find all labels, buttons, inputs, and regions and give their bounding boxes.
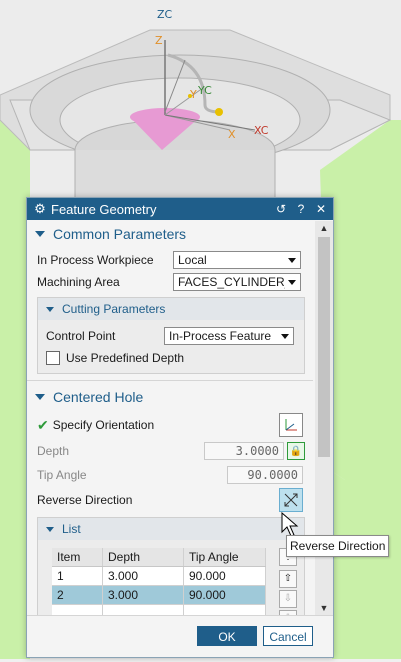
tooltip: Reverse Direction <box>286 535 389 557</box>
gear-icon[interactable]: ⚙ <box>33 201 47 217</box>
feature-geometry-dialog: ⚙ Feature Geometry ↺ ? ✕ Common Paramete… <box>26 197 334 658</box>
close-icon[interactable]: ✕ <box>313 202 329 216</box>
table-row[interactable]: 1 3.000 90.000 <box>52 566 266 586</box>
select-value: Local <box>178 253 207 267</box>
section-common-parameters[interactable]: Common Parameters <box>27 222 313 246</box>
machining-area-label: Machining Area <box>37 275 120 289</box>
scroll-up-icon[interactable]: ▲ <box>315 223 333 233</box>
column-header-depth[interactable]: Depth <box>102 548 184 567</box>
axis-label-y: Y <box>190 88 197 101</box>
dropdown-arrow-icon <box>281 333 289 339</box>
subsection-cutting-parameters[interactable]: Cutting Parameters <box>38 298 304 320</box>
axis-label-yc: YC <box>198 84 212 97</box>
depth-input[interactable]: 3.0000 <box>204 442 284 460</box>
checkmark-icon: ✔ <box>37 416 49 433</box>
machining-area-select[interactable]: FACES_CYLINDER_2 <box>173 273 301 291</box>
list-group: List Item Depth Tip Angle 1 3.000 90.000 <box>37 517 305 615</box>
help-icon[interactable]: ? <box>293 202 309 216</box>
axis-label-zc: ZC <box>157 8 173 21</box>
tip-angle-input[interactable]: 90.0000 <box>227 466 303 484</box>
select-value: FACES_CYLINDER_2 <box>178 275 285 289</box>
subsection-list[interactable]: List <box>38 518 304 540</box>
axis-label-xc: XC <box>254 124 269 137</box>
cutting-parameters-group: Cutting Parameters Control Point In-Proc… <box>37 297 305 374</box>
control-point-label: Control Point <box>46 329 116 343</box>
in-process-workpiece-label: In Process Workpiece <box>37 253 154 267</box>
scroll-down-icon[interactable]: ▼ <box>315 603 333 613</box>
use-predefined-depth-checkbox[interactable] <box>46 351 60 365</box>
subsection-title: Cutting Parameters <box>62 302 166 316</box>
collapse-caret-icon <box>35 394 45 400</box>
cell-depth: 3.000 <box>102 585 184 605</box>
scroll-thumb[interactable] <box>318 237 330 457</box>
dropdown-arrow-icon <box>288 257 296 263</box>
dialog-title: Feature Geometry <box>51 201 157 217</box>
reverse-direction-button[interactable] <box>279 488 303 512</box>
table-row <box>52 604 266 615</box>
dropdown-arrow-icon <box>288 279 296 285</box>
reverse-arrows-icon <box>284 493 298 507</box>
axis-label-z: Z <box>155 34 163 47</box>
reset-icon[interactable]: ↺ <box>273 202 289 216</box>
control-point-select[interactable]: In-Process Feature <box>164 327 294 345</box>
column-header-tip-angle[interactable]: Tip Angle <box>183 548 266 567</box>
manipulator-handle <box>215 108 223 116</box>
collapse-caret-icon <box>35 231 45 237</box>
cell-item: 1 <box>52 566 103 586</box>
dialog-content: Common Parameters In Process Workpiece L… <box>27 221 313 615</box>
move-down-icon[interactable]: ⇩ <box>279 590 297 608</box>
section-centered-hole[interactable]: Centered Hole <box>27 385 313 409</box>
specify-orientation-label: Specify Orientation <box>52 418 155 432</box>
section-title: Common Parameters <box>53 226 187 242</box>
subsection-title: List <box>62 522 81 536</box>
csys-orientation-icon[interactable] <box>279 413 303 437</box>
hole-list-table: Item Depth Tip Angle 1 3.000 90.000 2 3.… <box>52 548 266 615</box>
model-face-right-lower <box>330 470 401 659</box>
reverse-direction-label: Reverse Direction <box>37 493 133 507</box>
column-header-item[interactable]: Item <box>52 548 103 567</box>
cell-item: 2 <box>52 585 103 605</box>
tip-angle-label: Tip Angle <box>37 468 87 482</box>
ok-button[interactable]: OK <box>197 626 257 646</box>
collapse-caret-icon <box>46 306 54 312</box>
dialog-footer: OK Cancel <box>27 615 333 657</box>
dialog-titlebar[interactable]: ⚙ Feature Geometry ↺ ? ✕ <box>27 198 333 220</box>
cell-tip-angle: 90.000 <box>183 585 266 605</box>
select-value: In-Process Feature <box>169 329 272 343</box>
section-title: Centered Hole <box>53 389 144 405</box>
table-row[interactable]: 2 3.000 90.000 <box>52 585 266 605</box>
in-process-workpiece-select[interactable]: Local <box>173 251 301 269</box>
collapse-caret-icon <box>46 526 54 532</box>
cell-depth: 3.000 <box>102 566 184 586</box>
cancel-button[interactable]: Cancel <box>263 626 313 646</box>
lock-icon[interactable]: 🔒 <box>287 442 305 460</box>
depth-label: Depth <box>37 444 70 458</box>
use-predefined-depth-label: Use Predefined Depth <box>66 351 185 365</box>
axis-label-x: X <box>228 128 236 141</box>
cell-tip-angle: 90.000 <box>183 566 266 586</box>
move-up-icon[interactable]: ⇧ <box>279 570 297 588</box>
